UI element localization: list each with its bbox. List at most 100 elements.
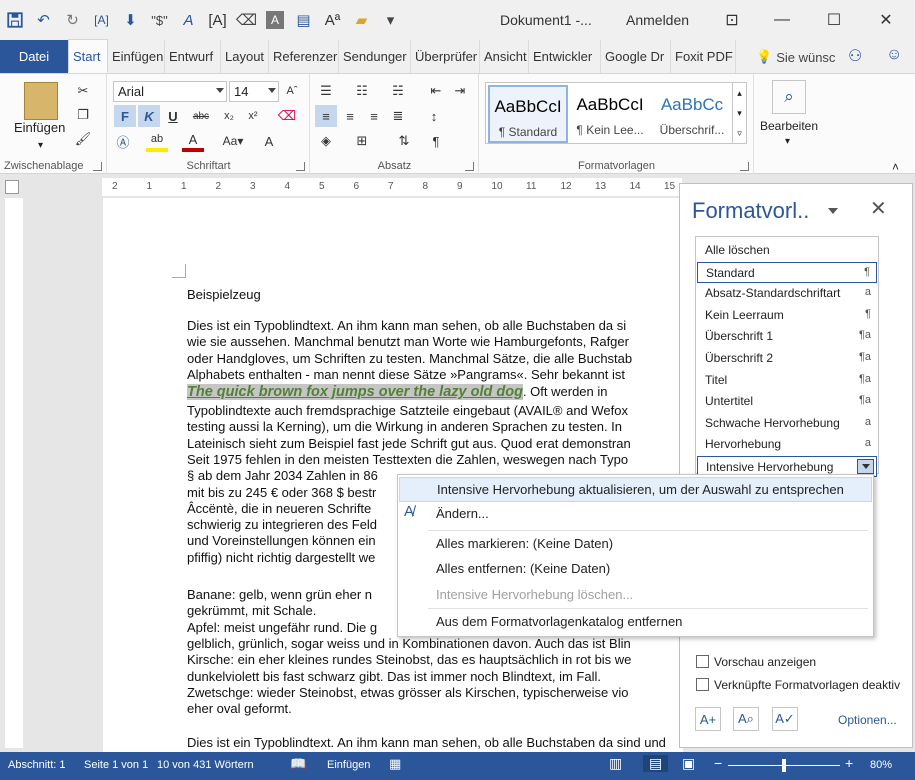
superscript-a-icon[interactable]: Aª [318,3,347,37]
style-list-item[interactable]: Absatz-Standardschriftart a [697,283,877,304]
tab-start[interactable]: Start [68,39,108,73]
menu-delete-style[interactable]: Intensive Hervorhebung löschen... [399,583,872,608]
style-standard[interactable]: AaBbCcI ¶ Standard [488,85,568,143]
style-list-item[interactable]: Alle löschen [697,240,877,261]
menu-update-to-match[interactable]: Intensive Hervorhebung aktualisieren, um… [399,477,872,502]
numbering-icon[interactable]: ☷ [351,80,373,102]
style-list-item[interactable]: Standard ¶ [697,261,877,283]
increase-indent-icon[interactable]: ⇥ [449,80,471,102]
sort-icon[interactable]: ⇅ [393,130,415,152]
clipboard-launcher-icon[interactable] [93,162,102,171]
change-case-icon[interactable]: Aa▾ [218,130,248,152]
tab-layout[interactable]: Layout [221,40,269,73]
show-marks-icon[interactable]: ¶ [425,130,447,152]
print-layout-icon[interactable]: ▤ [643,755,669,772]
options-link[interactable]: Optionen... [838,713,897,727]
folder-icon[interactable]: ▰ [347,3,376,37]
italic-button[interactable]: K [138,105,160,127]
style-list-item[interactable]: Schwache Hervorhebung a [697,413,877,434]
underline-button[interactable]: U [162,105,184,127]
menu-remove-from-gallery[interactable]: Aus dem Formatvorlagenkatalog entfernen [399,610,872,635]
char-shading-icon[interactable]: A [258,130,280,152]
pane-menu-icon[interactable] [828,208,838,214]
status-insert-mode[interactable]: Einfügen [327,759,370,771]
gallery-scroll-icon[interactable]: ▴ ▾ ▿ [732,83,746,143]
tab-foxit-pdf[interactable]: Foxit PDF [671,40,736,73]
tab-insert[interactable]: Einfügen [108,40,165,73]
bold-button[interactable]: F [114,105,136,127]
status-page[interactable]: Seite 1 von 1 [84,759,148,771]
read-mode-icon[interactable]: ▥ [609,755,622,772]
copy-icon[interactable]: ❐ [72,104,94,126]
undo-icon[interactable]: ↶ [29,3,58,37]
font-launcher-icon[interactable] [296,162,305,171]
ribbon-display-icon[interactable]: ⊡ [708,0,756,40]
style-list-item[interactable]: Hervorhebung a [697,434,877,455]
download-icon[interactable]: ⬇ [116,3,145,37]
tab-selector-icon[interactable] [5,180,19,194]
align-right-icon[interactable]: ≡ [363,105,385,127]
zoom-in-icon[interactable]: + [845,755,853,771]
bullets-icon[interactable]: ☰ [315,80,337,102]
tab-google-drive[interactable]: Google Dr [601,40,671,73]
styles-launcher-icon[interactable] [740,162,749,171]
menu-modify[interactable]: Ändern... [399,502,872,527]
style-list-item[interactable]: Titel ¶a [697,370,877,391]
clear-format-icon[interactable]: ⌫ [232,3,261,37]
menu-select-all[interactable]: Alles markieren: (Keine Daten) [399,532,872,557]
book-icon[interactable]: ▤ [289,3,318,37]
smiley-icon[interactable]: ☺ [886,46,902,64]
signin-link[interactable]: Anmelden [626,12,689,28]
paste-button[interactable]: Einfügen [14,120,65,135]
style-list-item[interactable]: Untertitel ¶a [697,391,877,412]
search-icon[interactable]: ⌕ [772,80,806,114]
zoom-out-icon[interactable]: − [714,755,722,771]
web-layout-icon[interactable]: ▣ [682,755,695,772]
tab-mailings[interactable]: Sendunger [339,40,411,73]
shading-icon[interactable]: A [266,11,284,29]
highlight-icon[interactable]: ab [146,130,168,152]
tab-view[interactable]: Ansicht [480,40,529,73]
format-painter-qa-icon[interactable]: [A] [87,3,116,37]
tell-me-box[interactable]: 💡 Sie wünsc [756,49,835,65]
manage-styles-icon[interactable]: A✓ [772,707,798,731]
style-heading1[interactable]: AaBbCc Überschrif... [652,85,732,143]
style-list-item[interactable]: Kein Leerraum ¶ [697,305,877,326]
vertical-ruler[interactable] [5,198,23,748]
status-section[interactable]: Abschnitt: 1 [8,759,65,771]
font-name-box[interactable]: Arial [113,81,227,102]
save-icon[interactable] [0,3,29,37]
zoom-slider-thumb[interactable] [782,759,786,772]
paste-dropdown-icon[interactable]: ▾ [38,140,43,151]
text-box-icon[interactable]: [A] [203,3,232,37]
paragraph-launcher-icon[interactable] [465,162,474,171]
edit-button[interactable]: Bearbeiten [755,119,823,133]
proofing-icon[interactable]: 📖 [290,756,306,772]
clear-formatting-icon[interactable]: ⌫ [276,105,298,127]
multilevel-icon[interactable]: ☵ [387,80,409,102]
format-painter-icon[interactable]: 🖌 [72,128,94,150]
horizontal-ruler[interactable]: 2 1 1 2 3 4 5 6 7 8 9 10 11 12 13 14 15 [102,178,682,196]
linked-styles-checkbox[interactable] [696,678,709,691]
font-a-icon[interactable]: A [174,3,203,37]
text-effects-icon[interactable]: Ⓐ [112,130,134,152]
collapse-ribbon-icon[interactable]: ˄ [892,160,899,174]
borders-icon[interactable]: ⊞ [351,130,373,152]
tab-review[interactable]: Überprüfer [411,40,480,73]
style-list-item[interactable]: Überschrift 1 ¶a [697,326,877,347]
style-list-item[interactable]: Überschrift 2 ¶a [697,348,877,369]
strikethrough-button[interactable]: abc [188,105,214,127]
tab-references[interactable]: Referenzer [269,40,339,73]
paste-icon[interactable] [24,82,58,120]
close-icon[interactable]: ✕ [862,0,910,40]
style-no-spacing[interactable]: AaBbCcI ¶ Kein Lee... [570,85,650,143]
superscript-icon[interactable]: x² [242,105,264,127]
decrease-indent-icon[interactable]: ⇤ [425,80,447,102]
new-style-icon[interactable]: A+ [695,707,721,731]
macro-icon[interactable]: ▦ [389,756,401,772]
tab-developer[interactable]: Entwickler [529,40,601,73]
pane-close-icon[interactable]: ✕ [870,196,887,221]
preview-checkbox[interactable] [696,655,709,668]
minimize-icon[interactable]: — [758,0,806,40]
status-words[interactable]: 10 von 431 Wörtern [157,759,254,771]
